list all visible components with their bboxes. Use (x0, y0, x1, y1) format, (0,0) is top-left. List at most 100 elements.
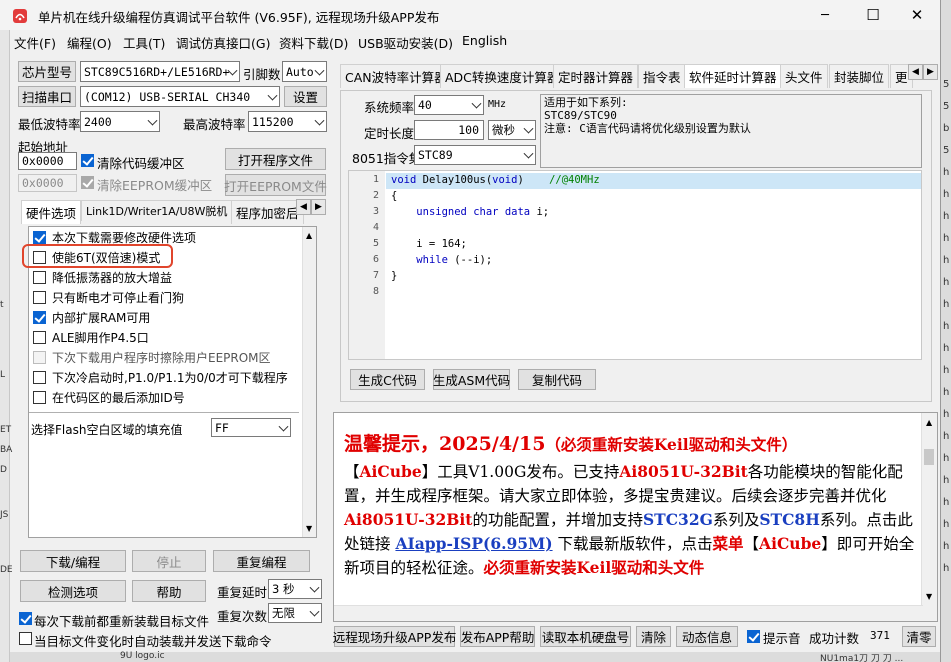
maximize-button[interactable]: ☐ (850, 0, 896, 30)
right-tab[interactable]: 软件延时计算器 (684, 64, 782, 88)
hw-option-row[interactable]: ALE脚用作P4.5口 (33, 328, 149, 346)
help-button[interactable]: 帮助 (132, 580, 206, 602)
repeat-program-button[interactable]: 重复编程 (213, 550, 310, 572)
generate-asm-code-button[interactable]: 生成ASM代码 (433, 369, 510, 390)
scroll-down-icon[interactable]: ▼ (926, 592, 932, 601)
copy-code-button[interactable]: 复制代码 (518, 369, 596, 390)
auto-reload-checkbox[interactable] (19, 632, 32, 645)
tab-link1d-offline[interactable]: Link1D/Writer1A/U8W脱机 (81, 200, 233, 221)
right-tab[interactable]: 指令表 (638, 64, 686, 88)
clear-eeprom-buffer-checkbox[interactable] (81, 176, 94, 189)
tab-hardware-options[interactable]: 硬件选项 (21, 200, 82, 224)
scroll-thumb[interactable] (924, 449, 934, 465)
menu-english[interactable]: English (462, 33, 507, 48)
minimize-button[interactable]: ─ (802, 0, 848, 30)
download-program-button[interactable]: 下载/编程 (20, 550, 126, 572)
dynamic-info-button[interactable]: 动态信息 (676, 626, 738, 647)
clear-message-button[interactable]: 清除 (636, 626, 671, 647)
right-tab[interactable]: CAN波特率计算器 (340, 64, 452, 88)
tab-encryption[interactable]: 程序加密后 (231, 200, 304, 224)
stop-button[interactable]: 停止 (132, 550, 206, 572)
repeat-delay-select[interactable]: 3 秒 (268, 579, 322, 599)
menu-file[interactable]: 文件(F) (14, 33, 56, 52)
open-program-file-button[interactable]: 打开程序文件 (225, 148, 326, 170)
min-baud-select[interactable]: 2400 (80, 111, 160, 132)
menu-download[interactable]: 资料下载(D) (279, 33, 348, 52)
download-link[interactable]: AIapp-ISP(6.95M) (395, 534, 552, 553)
generate-c-code-button[interactable]: 生成C代码 (350, 369, 425, 390)
sys-freq-label: 系统频率 (364, 100, 415, 115)
right-tab[interactable]: 封装脚位 (829, 64, 890, 88)
text: 下载最新版软件，点击 (557, 535, 713, 553)
bg-text: 5 (943, 101, 950, 112)
right-tab[interactable]: ADC转换速度计算器 (440, 64, 565, 88)
delay-length-input[interactable]: 100 (414, 120, 484, 140)
hw-option-checkbox[interactable] (33, 270, 46, 284)
hw-option-checkbox[interactable] (33, 290, 46, 304)
hw-option-row[interactable]: 降低振荡器的放大增益 (33, 268, 172, 286)
hw-option-row[interactable]: 在代码区的最后添加ID号 (33, 388, 185, 406)
repeat-count-select[interactable]: 无限 (268, 603, 322, 623)
close-button[interactable]: ✕ (894, 0, 940, 30)
hw-option-row[interactable]: 只有断电才可停止看门狗 (33, 288, 184, 306)
arrow-left-icon[interactable]: ◀ (296, 199, 311, 215)
hw-option-checkbox[interactable] (33, 330, 46, 344)
settings-button[interactable]: 设置 (284, 86, 327, 107)
hw-scrollbar[interactable]: ▲ ▼ (302, 227, 316, 537)
arrow-left-icon[interactable]: ◀ (908, 64, 923, 80)
headline-text: 温馨提示，2025/4/15 (344, 433, 546, 455)
pin-count-select[interactable]: Auto (282, 61, 327, 82)
code-editor[interactable]: 1 2 3 4 5 6 7 8 void Delay100us(void) //@40MHz {… (348, 170, 922, 360)
right-tab-scroll-arrows[interactable]: ◀ ▶ (908, 64, 938, 80)
delay-unit-select[interactable]: 微秒 (488, 120, 536, 140)
hw-option-checkbox[interactable] (33, 230, 46, 244)
isa-select[interactable]: STC89 (414, 145, 536, 165)
chevron-down-icon (523, 148, 534, 159)
check-options-button[interactable]: 检测选项 (20, 580, 126, 602)
scan-port-button[interactable]: 扫描串口 (18, 86, 76, 107)
menu-tools[interactable]: 工具(T) (123, 33, 165, 52)
arrow-right-icon[interactable]: ▶ (311, 199, 326, 215)
message-horizontal-scrollbar[interactable] (334, 605, 923, 621)
chip-model-select[interactable]: STC89C516RD+/LE516RD+ (80, 61, 240, 82)
chevron-down-icon (278, 421, 289, 432)
com-port-select[interactable]: (COM12) USB-SERIAL CH340 (80, 86, 280, 107)
reset-count-button[interactable]: 清零 (902, 626, 936, 647)
bg-text: h (943, 321, 950, 332)
scroll-up-icon[interactable]: ▲ (926, 418, 932, 427)
hw-option-row[interactable]: 内部扩展RAM可用 (33, 308, 150, 326)
code-start-address-input[interactable]: 0x0000 (18, 152, 77, 170)
hw-option-checkbox[interactable] (33, 350, 46, 364)
highlight-annotation (22, 244, 173, 268)
tab-scroll-arrows[interactable]: ◀ ▶ (296, 199, 326, 215)
menu-usb-driver[interactable]: USB驱动安装(D) (358, 33, 453, 52)
stc8h-text: STC8H (759, 510, 820, 529)
right-tab[interactable]: 定时器计算器 (553, 64, 639, 88)
scroll-down-icon[interactable]: ▼ (306, 524, 312, 533)
sys-freq-select[interactable]: 40 (414, 95, 484, 115)
chevron-down-icon (309, 582, 320, 593)
hw-option-checkbox[interactable] (33, 370, 46, 384)
eeprom-start-address-input[interactable]: 0x0000 (18, 174, 77, 192)
remote-upgrade-app-button[interactable]: 远程现场升级APP发布 (333, 626, 456, 647)
max-baud-select[interactable]: 115200 (248, 111, 327, 132)
menu-debug[interactable]: 调试仿真接口(G) (176, 33, 270, 52)
menu-program[interactable]: 编程(O) (67, 33, 112, 52)
hw-option-row[interactable]: 下次冷启动时,P1.0/P1.1为0/0才可下载程序 (33, 368, 288, 386)
message-vertical-scrollbar[interactable]: ▲ ▼ (921, 413, 937, 621)
flash-fill-select[interactable]: FF (211, 418, 291, 437)
hw-option-checkbox[interactable] (33, 390, 46, 404)
hw-option-checkbox[interactable] (33, 310, 46, 324)
beep-checkbox[interactable] (747, 630, 760, 643)
hw-option-row[interactable]: 下次下载用户程序时擦除用户EEPROM区 (33, 348, 271, 366)
chevron-down-icon (523, 123, 534, 134)
reload-before-download-checkbox[interactable] (19, 612, 32, 625)
right-tab[interactable]: 头文件 (780, 64, 828, 88)
open-eeprom-file-button[interactable]: 打开EEPROM文件 (224, 174, 327, 196)
publish-app-help-button[interactable]: 发布APP帮助 (460, 626, 535, 647)
chip-model-button[interactable]: 芯片型号 (18, 61, 76, 82)
clear-code-buffer-checkbox[interactable] (81, 154, 94, 167)
arrow-right-icon[interactable]: ▶ (923, 64, 938, 80)
read-hdd-serial-button[interactable]: 读取本机硬盘号 (540, 626, 631, 647)
scroll-up-icon[interactable]: ▲ (306, 231, 312, 240)
